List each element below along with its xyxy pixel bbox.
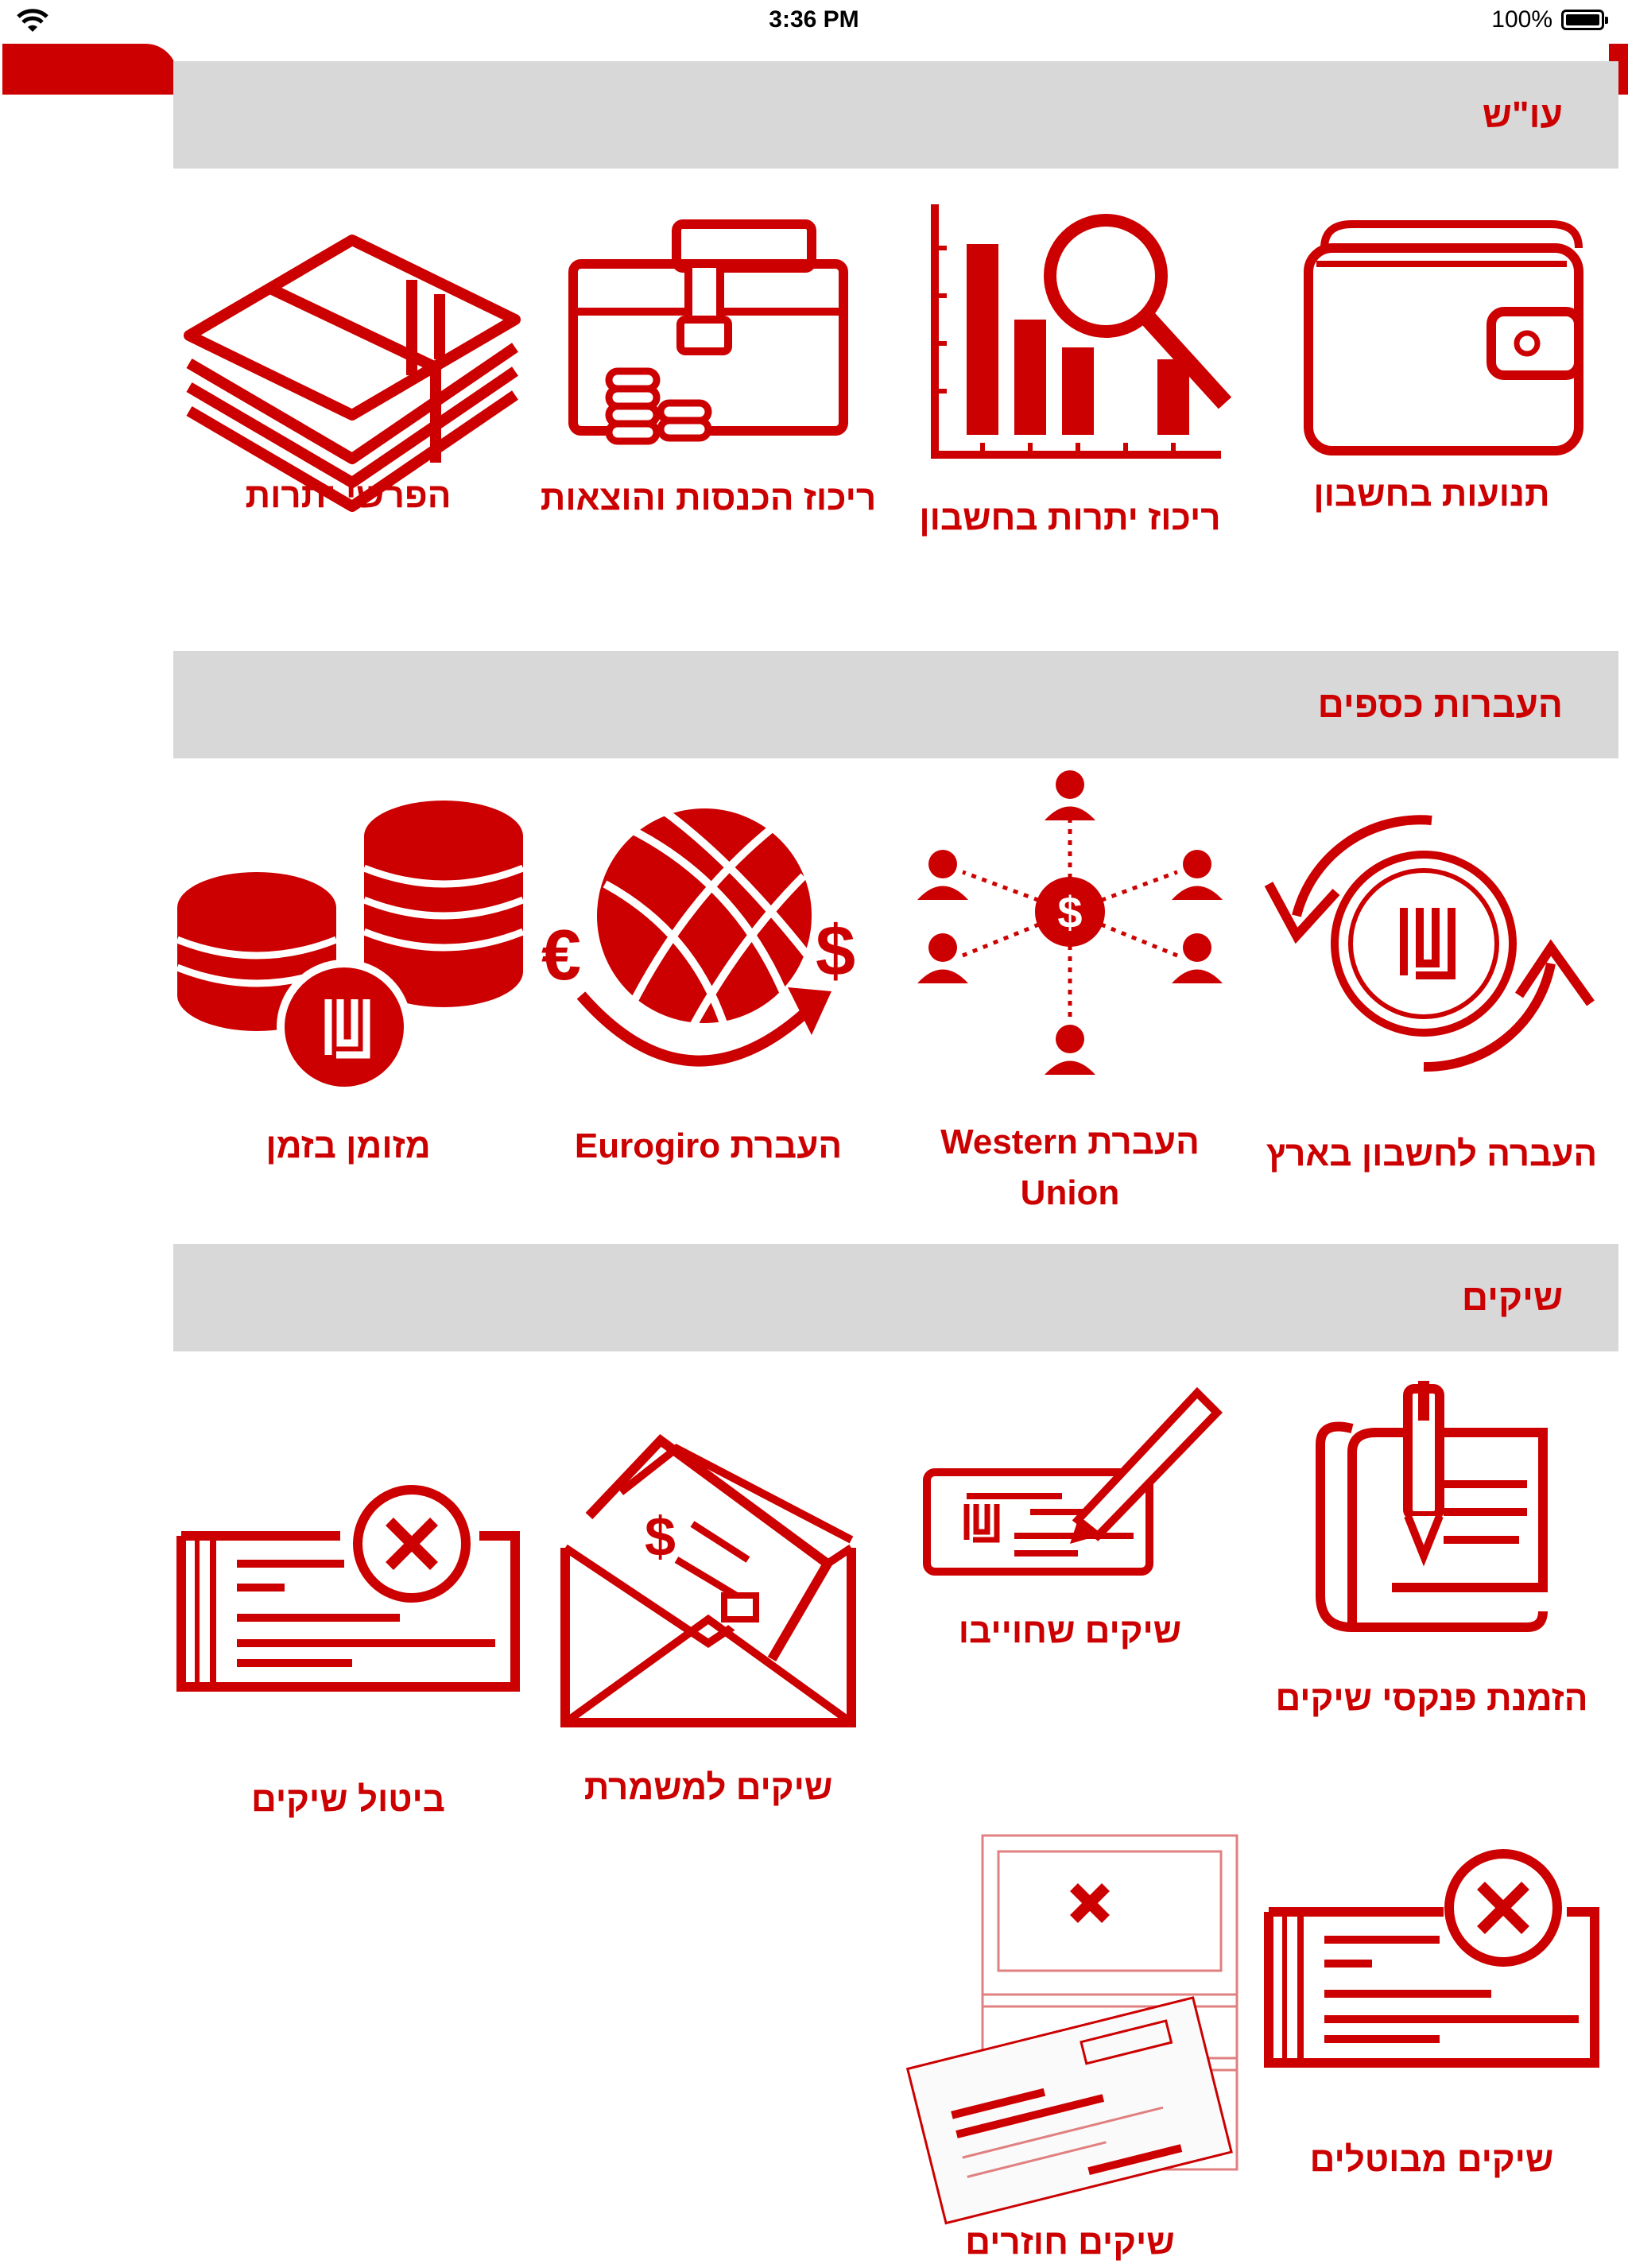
tile-label: ריכוז הכנסות והוצאות xyxy=(540,479,877,518)
section-title: עו"ש xyxy=(1482,94,1563,135)
tile-western-union[interactable]: $ העברת Western Union xyxy=(891,753,1249,1219)
tile-label: העברת Eurogiro xyxy=(574,1126,843,1165)
section-title: העברות כספים xyxy=(1317,684,1563,725)
tile-eurogiro[interactable]: € $ העברת Eurogiro xyxy=(529,797,887,1172)
tile-cancel-checks[interactable]: ביטול שיקים xyxy=(169,1476,527,1825)
wallet-icon xyxy=(1304,220,1583,456)
svg-text:$: $ xyxy=(1057,887,1082,937)
status-bar: 3:36 PM 100% xyxy=(0,0,1628,41)
tile-domestic-transfer[interactable]: העברה לחשבון בארץ xyxy=(1253,804,1611,1180)
shekel-transfer-icon xyxy=(1264,815,1595,1072)
tile-label: שיקים מבוטלים xyxy=(1309,2140,1554,2179)
section-header-checks: שיקים xyxy=(173,1244,1618,1351)
main-menu: עו"ש תנועות בחשבון ריכוז יתרות בחשבון רי… xyxy=(173,61,1618,2262)
svg-text:$: $ xyxy=(645,1506,676,1568)
tile-returned-checks[interactable]: שיקים חוזרים xyxy=(891,1834,1249,2268)
battery-percent: 100% xyxy=(1491,6,1552,33)
status-time: 3:36 PM xyxy=(769,6,859,33)
coin-stacks-icon xyxy=(176,801,525,1095)
tile-label: העברה לחשבון בארץ xyxy=(1266,1134,1598,1173)
tile-cancelled-checks[interactable]: שיקים מבוטלים xyxy=(1253,1848,1611,2185)
bar-chart-search-icon xyxy=(931,204,1232,459)
tile-checks-deposit[interactable]: $ שיקים למשמרת xyxy=(529,1434,887,1813)
money-stack-icon xyxy=(184,235,521,512)
people-network-icon: $ xyxy=(917,770,1223,1075)
tile-order-checkbooks[interactable]: הזמנת פנקסי שיקים xyxy=(1253,1373,1611,1724)
tile-charged-checks[interactable]: שיקים שחוייבו xyxy=(891,1377,1249,1657)
returned-check-icon xyxy=(905,1834,1238,2225)
tile-label: ריכוז יתרות בחשבון xyxy=(919,498,1221,537)
briefcase-coins-icon xyxy=(568,219,848,445)
checkbook-pen-icon xyxy=(1316,1381,1548,1632)
tile-label: מזומן בזמן xyxy=(266,1126,431,1165)
section-header-current-account: עו"ש xyxy=(173,61,1618,169)
section-title: שיקים xyxy=(1461,1277,1563,1318)
tile-balance-differences[interactable]: הפרשי יתרות xyxy=(169,224,527,521)
back-tab[interactable] xyxy=(2,44,177,95)
check-envelope-icon: $ xyxy=(560,1434,856,1727)
tile-label: העברת Western Union xyxy=(940,1122,1200,1212)
tile-label: שיקים למשמרת xyxy=(583,1768,833,1807)
svg-text:€: € xyxy=(541,916,581,995)
tile-label: תנועות בחשבון xyxy=(1313,475,1550,514)
battery-icon xyxy=(1561,10,1608,30)
tile-label: שיקים שחוייבו xyxy=(958,1611,1182,1650)
svg-text:$: $ xyxy=(816,912,855,991)
globe-currency-icon: € $ xyxy=(541,801,855,1067)
signed-check-icon xyxy=(923,1386,1223,1576)
tile-income-expenses[interactable]: ריכוז הכנסות והוצאות xyxy=(529,219,887,524)
tile-cash-on-time[interactable]: מזומן בזמן xyxy=(169,797,527,1172)
tile-label: הפרשי יתרות xyxy=(245,476,452,515)
section-header-money-transfers: העברות כספים xyxy=(173,651,1618,758)
tile-label: ביטול שיקים xyxy=(251,1780,445,1819)
tile-balance-summary[interactable]: ריכוז יתרות בחשבון xyxy=(891,200,1249,544)
tile-label: הזמנת פנקסי שיקים xyxy=(1275,1679,1588,1718)
tile-account-transactions[interactable]: תנועות בחשבון xyxy=(1253,208,1611,520)
cancel-check-icon xyxy=(176,1485,520,1692)
tile-label: שיקים חוזרים xyxy=(965,2223,1175,2262)
cancelled-check-icon xyxy=(1264,1849,1599,2068)
